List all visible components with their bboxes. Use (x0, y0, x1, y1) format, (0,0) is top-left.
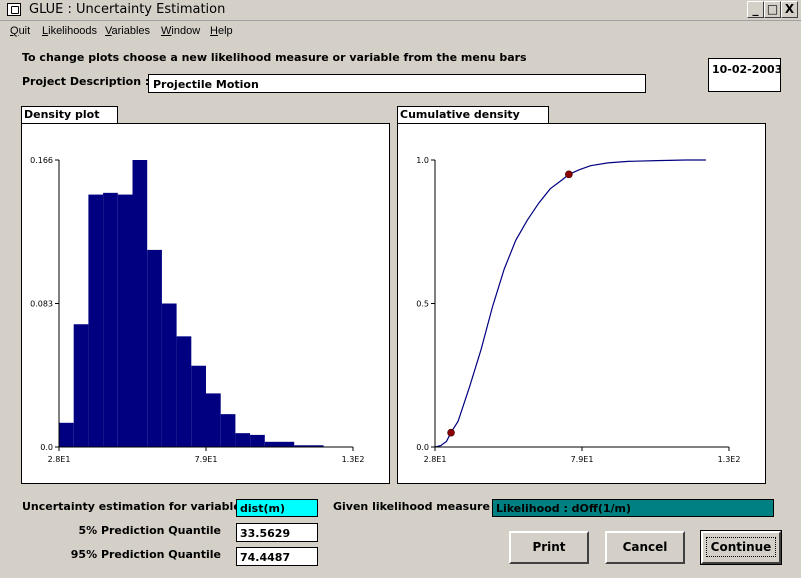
density-bar (206, 393, 221, 447)
density-bar (264, 441, 280, 447)
density-bar (279, 441, 295, 447)
density-bar (220, 414, 236, 447)
cumulative-plot-svg: 1.0 0.5 0.0 2.8E1 7.9E1 1.3E2 (416, 156, 741, 464)
cumulative-plot-tab: Cumulative density plot (397, 106, 549, 134)
density-bar (59, 422, 74, 447)
cdf-x-tick-label: 1.3E2 (718, 455, 741, 464)
density-bar (117, 194, 133, 447)
density-plot-svg: 0.166 0.083 0.0 2.8E1 7.9E1 1.3E2 (30, 156, 365, 464)
menu-likelihoods[interactable]: Likelihoods (42, 25, 97, 37)
menu-help[interactable]: Help (210, 25, 233, 37)
print-button[interactable]: Print (509, 531, 589, 564)
likelihood-measure-field: Likelihood : dOff(1/m) (492, 499, 774, 517)
q5-value-field: 33.5629 (236, 523, 318, 542)
density-bar (250, 434, 265, 447)
q95-value-field: 74.4487 (236, 547, 318, 566)
cdf-line (434, 159, 706, 448)
q95-label: 95% Prediction Quantile (70, 548, 221, 561)
cancel-button[interactable]: Cancel (605, 531, 685, 564)
uncertainty-variable-label: Uncertainty estimation for variable : (22, 500, 250, 513)
title-bar: GLUE : Uncertainty Estimation _ □ X (0, 0, 801, 21)
density-bar (176, 336, 192, 447)
likelihood-measure-label: Given likelihood measure : (333, 500, 499, 513)
window-title: GLUE : Uncertainty Estimation (29, 2, 226, 17)
quantile-marker (447, 428, 455, 437)
density-x-tick-label: 2.8E1 (48, 455, 71, 464)
close-button[interactable]: X (781, 1, 798, 18)
density-x-tick-label: 7.9E1 (195, 455, 218, 464)
cdf-y-tick-label: 0.0 (416, 443, 429, 452)
menu-bar: Quit Likelihoods Variables Window Help (0, 21, 801, 41)
menu-quit[interactable]: Quit (10, 25, 30, 37)
date-box: 10-02-20032 (708, 58, 781, 92)
menu-variables[interactable]: Variables (105, 25, 150, 37)
uncertainty-variable-field: dist(m) (236, 499, 318, 517)
minimize-button[interactable]: _ (747, 1, 764, 18)
project-description-field[interactable]: Projectile Motion (148, 74, 646, 93)
quantile-marker (565, 170, 573, 179)
density-bar (147, 249, 162, 447)
density-plot-tab: Density plot (21, 106, 118, 123)
density-bar (191, 365, 206, 447)
cdf-x-tick-label: 7.9E1 (571, 455, 594, 464)
cumulative-plot: 1.0 0.5 0.0 2.8E1 7.9E1 1.3E2 (397, 123, 766, 484)
density-bar (161, 303, 177, 447)
menu-window[interactable]: Window (161, 25, 200, 37)
density-x-tick-label: 1.3E2 (342, 455, 365, 464)
cdf-y-tick-label: 1.0 (416, 156, 429, 165)
project-description-label: Project Description : (22, 75, 150, 88)
q5-label: 5% Prediction Quantile (78, 524, 221, 537)
density-bar (103, 192, 118, 447)
density-y-tick-label: 0.166 (30, 156, 53, 165)
density-bar (88, 194, 104, 447)
density-bar (132, 160, 148, 447)
density-y-tick-label: 0.083 (30, 300, 53, 309)
instructions-text: To change plots choose a new likelihood … (22, 51, 527, 64)
density-plot: 0.166 0.083 0.0 2.8E1 7.9E1 1.3E2 (21, 123, 390, 484)
maximize-button[interactable]: □ (764, 1, 781, 18)
density-bar (73, 324, 89, 447)
continue-button[interactable]: Continue (700, 530, 782, 565)
app-icon[interactable] (7, 3, 21, 16)
density-bar (235, 433, 251, 447)
density-y-tick-label: 0.0 (40, 443, 53, 452)
cdf-x-tick-label: 2.8E1 (424, 455, 447, 464)
cdf-y-tick-label: 0.5 (416, 300, 429, 309)
